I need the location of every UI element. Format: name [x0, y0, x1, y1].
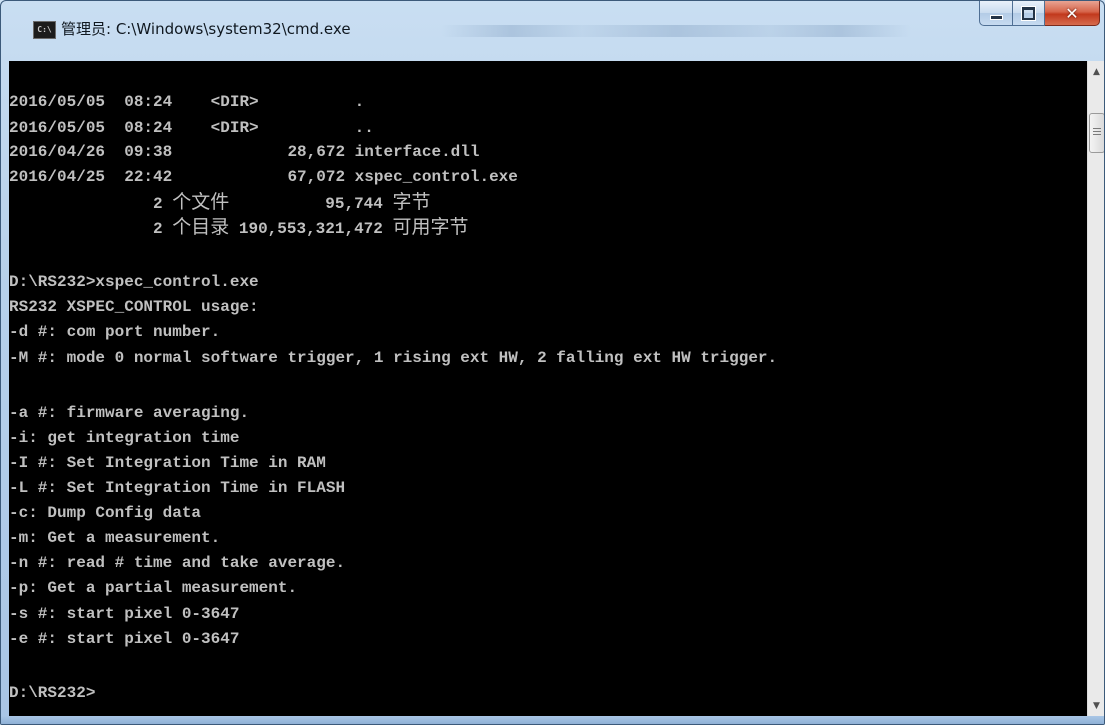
console-line: -M #: mode 0 normal software trigger, 1 … — [9, 349, 778, 367]
file-size-unit: 字节 — [392, 191, 431, 213]
console-line-file-summary: 2 个文件 95,744 字节 — [9, 191, 431, 213]
close-icon: ✕ — [1065, 3, 1079, 23]
maximize-icon — [1021, 5, 1036, 21]
window-bottom-border — [1, 716, 1104, 724]
console-line: -L #: Set Integration Time in FLASH — [9, 479, 346, 497]
console-line: -c: Dump Config data — [9, 504, 202, 522]
title-bar[interactable]: C:\ 管理员: C:\Windows\system32\cmd.exe ✕ — [1, 1, 1104, 61]
grip-line — [1093, 134, 1101, 135]
console-line: -p: Get a partial measurement. — [9, 579, 298, 597]
free-bytes: 190,553,321,472 — [238, 220, 383, 238]
window-title: 管理员: C:\Windows\system32\cmd.exe — [61, 20, 351, 38]
free-bytes-unit: 可用字节 — [392, 216, 469, 238]
minimize-button[interactable] — [979, 1, 1013, 26]
console-line: 2016/05/05 08:24 <DIR> . — [9, 93, 365, 111]
dir-count-prefix: 2 — [9, 220, 173, 238]
console-line: -m: Get a measurement. — [9, 529, 221, 547]
file-size-spacer — [229, 195, 325, 213]
console-line: -i: get integration time — [9, 429, 240, 447]
cmd-window: C:\ 管理员: C:\Windows\system32\cmd.exe ✕ 2… — [0, 0, 1105, 725]
console-line: -e #: start pixel 0-3647 — [9, 630, 240, 648]
console-line: 2016/04/25 22:42 67,072 xspec_control.ex… — [9, 168, 518, 186]
console-line: -d #: com port number. — [9, 323, 221, 341]
console-line: -I #: Set Integration Time in RAM — [9, 454, 326, 472]
console-prompt[interactable]: D:\RS232> — [9, 683, 95, 703]
close-button[interactable]: ✕ — [1045, 1, 1100, 26]
console-line-dir-summary: 2 个目录 190,553,321,472 可用字节 — [9, 216, 469, 238]
console-line: -n #: read # time and take average. — [9, 554, 346, 572]
caption-buttons: ✕ — [979, 1, 1100, 27]
console-line: 2016/04/26 09:38 28,672 interface.dll — [9, 143, 480, 161]
cmd-icon[interactable]: C:\ — [33, 21, 56, 39]
console-line: 2016/05/05 08:24 <DIR> .. — [9, 119, 374, 137]
console-output[interactable]: 2016/05/05 08:24 <DIR> . 2016/05/05 08:2… — [9, 61, 1087, 716]
scroll-thumb[interactable] — [1089, 113, 1104, 153]
grip-line — [1093, 128, 1101, 129]
scroll-down-arrow-icon[interactable]: ▼ — [1088, 697, 1104, 714]
file-total-size: 95,744 — [325, 195, 383, 213]
grip-line — [1093, 131, 1101, 132]
dir-count-label: 个目录 — [172, 216, 230, 238]
console-line: D:\RS232>xspec_control.exe — [9, 273, 259, 291]
scroll-up-arrow-icon[interactable]: ▲ — [1088, 63, 1104, 80]
file-count-prefix: 2 — [9, 195, 173, 213]
maximize-button[interactable] — [1013, 1, 1045, 26]
file-count-label: 个文件 — [172, 191, 230, 213]
console-line: -a #: firmware averaging. — [9, 404, 250, 422]
console-line: RS232 XSPEC_CONTROL usage: — [9, 298, 259, 316]
minimize-icon — [989, 15, 1003, 20]
console-line: -s #: start pixel 0-3647 — [9, 605, 240, 623]
vertical-scrollbar[interactable]: ▲ ▼ — [1087, 61, 1104, 716]
taskbar-reflection — [441, 25, 911, 37]
